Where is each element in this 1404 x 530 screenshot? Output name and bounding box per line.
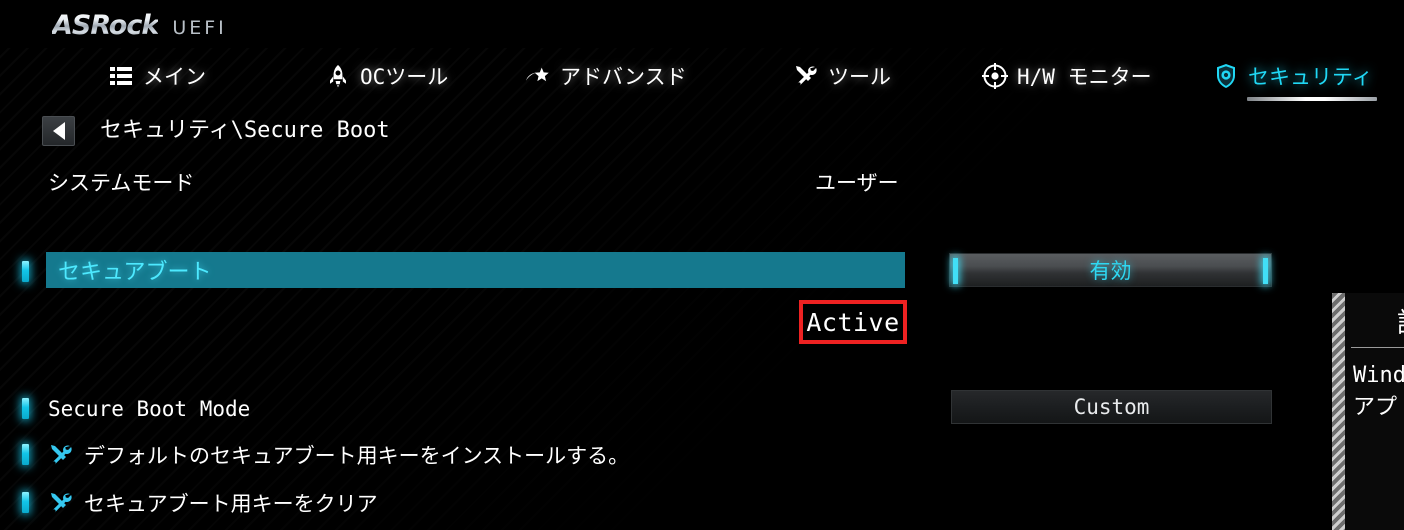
help-panel-text: Wind アプ xyxy=(1345,348,1404,424)
nav-tab-label: アドバンスド xyxy=(560,65,687,89)
nav-tab-hw-monitor[interactable]: H/W モニター xyxy=(982,48,1152,104)
tools-icon xyxy=(48,442,75,469)
crosshair-icon xyxy=(982,63,1008,89)
setting-label: Secure Boot Mode xyxy=(48,397,251,421)
nav-tab-oc-tweaker[interactable]: OCツール xyxy=(325,48,448,104)
help-line-1: Wind xyxy=(1353,363,1404,388)
nav-tab-tool[interactable]: ツール xyxy=(793,48,891,104)
secure-boot-dropdown[interactable]: 有効 xyxy=(949,253,1272,287)
row-marker-clear-keys xyxy=(22,492,29,513)
rocket-icon xyxy=(325,63,351,89)
nav-tab-label: H/W モニター xyxy=(1017,65,1152,89)
setting-label: システムモード xyxy=(48,171,195,195)
nav-tab-security[interactable]: セキュリティ xyxy=(1213,48,1377,104)
secure-boot-mode-value: Custom xyxy=(1073,395,1150,419)
annotation-text: Active xyxy=(806,307,900,337)
action-row-clear-secure-boot-keys[interactable]: セキュアブート用キーをクリア xyxy=(48,484,378,522)
nav-tab-advanced[interactable]: アドバンスド xyxy=(525,48,687,104)
asrock-logo: ASRock UEFI xyxy=(52,10,227,41)
product-name: UEFI xyxy=(172,17,227,39)
action-label: デフォルトのセキュアブート用キーをインストールする。 xyxy=(84,444,630,468)
breadcrumb-path: セキュリティ\Secure Boot xyxy=(100,118,390,143)
action-row-install-default-keys[interactable]: デフォルトのセキュアブート用キーをインストールする。 xyxy=(48,436,629,474)
secure-boot-value: 有効 xyxy=(1089,259,1132,283)
setting-row-secure-boot-mode[interactable]: Secure Boot Mode xyxy=(48,390,250,428)
header-bar: ASRock UEFI xyxy=(0,0,1404,48)
row-marker-install-default-keys xyxy=(22,444,29,465)
shield-badge-icon xyxy=(1213,63,1239,89)
help-line-2: アプ xyxy=(1353,394,1398,420)
breadcrumb: セキュリティ\Secure Boot xyxy=(0,112,1404,156)
nav-tab-label: セキュリティ xyxy=(1248,65,1373,89)
shooting-star-icon xyxy=(525,63,551,89)
active-tab-underline xyxy=(1247,97,1377,101)
help-panel-title: 説 xyxy=(1345,293,1404,347)
help-panel: 説 Wind アプ xyxy=(1332,293,1404,530)
back-arrow-glyph xyxy=(52,122,65,140)
tools-icon xyxy=(793,63,819,89)
row-marker-secure-boot xyxy=(22,261,29,282)
setting-row-system-mode: システムモード xyxy=(48,163,194,201)
nav-tab-label: OCツール xyxy=(360,65,449,89)
tools-icon xyxy=(48,490,75,517)
nav-tab-label: メイン xyxy=(143,65,206,89)
list-icon xyxy=(108,63,134,89)
setting-label-secure-boot: セキュアブート xyxy=(58,260,212,285)
brand-name: ASRock xyxy=(52,10,159,41)
nav-tab-main[interactable]: メイン xyxy=(108,48,206,104)
setting-value: ユーザー xyxy=(815,171,899,195)
uefi-setup-screen: ASRock UEFI メイン OCツール アドバンスド ツール H/W モニタ… xyxy=(0,0,1404,530)
back-arrow-icon[interactable] xyxy=(42,116,75,146)
annotation-active-box: Active xyxy=(799,300,907,344)
main-navigation: メイン OCツール アドバンスド ツール H/W モニター セキュリティ xyxy=(0,48,1404,104)
system-mode-value: ユーザー xyxy=(815,163,899,201)
action-label: セキュアブート用キーをクリア xyxy=(84,492,378,516)
nav-tab-label: ツール xyxy=(828,65,891,89)
row-marker-secure-boot-mode xyxy=(22,398,29,419)
secure-boot-mode-dropdown[interactable]: Custom xyxy=(951,390,1272,424)
